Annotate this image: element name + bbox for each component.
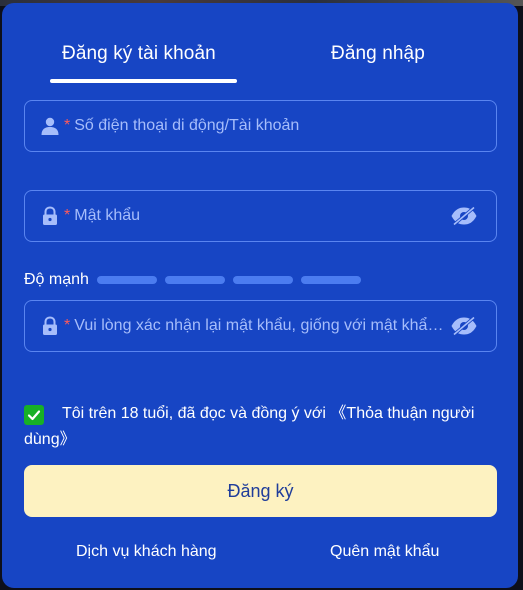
required-mark: * (64, 207, 71, 224)
confirm-password-placeholder: Vui lòng xác nhận lại mật khẩu, giống vớ… (74, 317, 450, 334)
confirm-password-field[interactable]: * Vui lòng xác nhận lại mật khẩu, giống … (24, 300, 497, 352)
agreement-statement: Tôi trên 18 tuổi, đã đọc và đồng ý với (62, 405, 331, 422)
tab-register[interactable]: Đăng ký tài khoản (62, 43, 216, 65)
strength-bar (164, 276, 225, 284)
account-field[interactable]: * Số điện thoại di động/Tài khoản (24, 100, 497, 152)
check-icon (27, 410, 41, 421)
required-mark: * (64, 317, 71, 334)
tab-login[interactable]: Đăng nhập (331, 43, 425, 65)
register-button[interactable]: Đăng ký (24, 465, 497, 517)
active-tab-indicator (50, 79, 237, 83)
agreement-text: Tôi trên 18 tuổi, đã đọc và đồng ý với 《… (14, 401, 494, 453)
strength-bar (232, 276, 293, 284)
forgot-password-link[interactable]: Quên mật khẩu (330, 543, 439, 561)
user-icon (40, 116, 60, 136)
strength-label: Độ mạnh (24, 271, 89, 288)
strength-bar (300, 276, 361, 284)
auth-tabs: Đăng ký tài khoản Đăng nhập (2, 43, 518, 89)
strength-bar (96, 276, 157, 284)
lock-icon (40, 206, 60, 226)
register-modal: Đăng ký tài khoản Đăng nhập * Số điện th… (2, 3, 518, 588)
password-field[interactable]: * Mật khẩu (24, 190, 497, 242)
eye-off-icon[interactable] (450, 206, 478, 226)
password-strength: Độ mạnh (24, 271, 361, 289)
eye-off-icon[interactable] (450, 316, 478, 336)
agreement-checkbox[interactable] (24, 405, 44, 425)
required-mark: * (64, 117, 71, 134)
lock-icon (40, 316, 60, 336)
age-agreement: Tôi trên 18 tuổi, đã đọc và đồng ý với 《… (24, 401, 494, 453)
password-placeholder: Mật khẩu (74, 207, 141, 224)
customer-service-link[interactable]: Dịch vụ khách hàng (76, 543, 217, 561)
account-placeholder: Số điện thoại di động/Tài khoản (74, 117, 300, 134)
